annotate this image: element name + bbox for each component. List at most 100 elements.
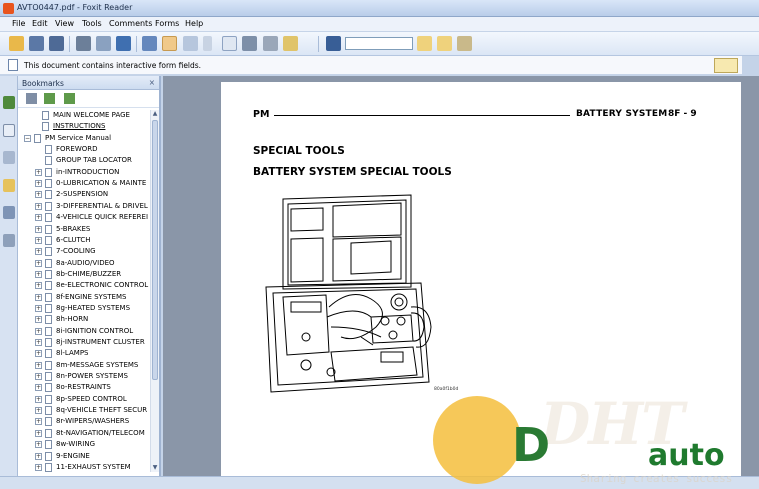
expand-icon[interactable]: + bbox=[35, 361, 42, 369]
open-icon[interactable] bbox=[9, 36, 24, 51]
attachments-tab-icon[interactable] bbox=[3, 206, 15, 219]
bookmark-item[interactable]: INSTRUCTIONS bbox=[32, 121, 150, 132]
bookmark-item[interactable]: +0-LUBRICATION & MAINTE bbox=[35, 178, 150, 189]
comments-tab-icon[interactable] bbox=[3, 179, 15, 192]
expand-icon[interactable]: + bbox=[35, 373, 42, 381]
expand-icon[interactable]: + bbox=[35, 429, 42, 437]
bookmark-item[interactable]: +5-BRAKES bbox=[35, 224, 150, 235]
collapse-icon[interactable]: − bbox=[24, 134, 31, 142]
bookmark-item[interactable]: +8g-HEATED SYSTEMS bbox=[35, 303, 150, 314]
bookmark-item[interactable]: − PM Service Manual bbox=[24, 133, 150, 144]
expand-icon[interactable]: + bbox=[35, 168, 42, 176]
bookmark-item[interactable]: MAIN WELCOME PAGE bbox=[32, 110, 150, 121]
bookmark-item[interactable]: +6-CLUTCH bbox=[35, 235, 150, 246]
expand-bookmark-icon[interactable] bbox=[44, 93, 55, 104]
menu-edit[interactable]: Edit bbox=[32, 19, 48, 28]
save-icon[interactable] bbox=[29, 36, 44, 51]
bookmark-item[interactable]: +8m-MESSAGE SYSTEMS bbox=[35, 360, 150, 371]
bookmark-item[interactable]: +3-DIFFERENTIAL & DRIVEL bbox=[35, 201, 150, 212]
bookmark-item[interactable]: +9-ENGINE bbox=[35, 451, 150, 462]
expand-icon[interactable]: + bbox=[35, 248, 42, 256]
bookmark-item[interactable]: +8r-WIPERS/WASHERS bbox=[35, 416, 150, 427]
expand-icon[interactable]: + bbox=[35, 304, 42, 312]
document-view[interactable]: PM BATTERY SYSTEM 8F - 9 SPECIAL TOOLS B… bbox=[163, 76, 759, 482]
highlight-fields-button[interactable] bbox=[714, 58, 738, 73]
expand-icon[interactable]: + bbox=[35, 350, 42, 358]
expand-icon[interactable]: + bbox=[35, 463, 42, 471]
bookmark-item[interactable]: +8b-CHIME/BUZZER bbox=[35, 269, 150, 280]
expand-icon[interactable]: + bbox=[35, 214, 42, 222]
expand-icon[interactable]: + bbox=[35, 418, 42, 426]
typewriter-icon[interactable] bbox=[283, 36, 298, 51]
expand-icon[interactable]: + bbox=[35, 259, 42, 267]
print-icon[interactable] bbox=[76, 36, 91, 51]
expand-icon[interactable]: + bbox=[35, 384, 42, 392]
bookmark-item[interactable]: +8p-SPEED CONTROL bbox=[35, 394, 150, 405]
bookmark-item[interactable]: +8e-ELECTRONIC CONTROL bbox=[35, 280, 150, 291]
stamp-icon[interactable] bbox=[263, 36, 278, 51]
menu-comments[interactable]: Comments bbox=[109, 19, 152, 28]
menu-forms[interactable]: Forms bbox=[155, 19, 179, 28]
expand-icon[interactable]: + bbox=[35, 441, 42, 449]
bookmark-item[interactable]: +8h-HORN bbox=[35, 314, 150, 325]
menu-help[interactable]: Help bbox=[185, 19, 203, 28]
save-as-icon[interactable] bbox=[49, 36, 64, 51]
bookmark-item[interactable]: +8i-IGNITION CONTROL bbox=[35, 326, 150, 337]
expand-icon[interactable]: + bbox=[35, 293, 42, 301]
bookmark-item[interactable]: +8l-LAMPS bbox=[35, 348, 150, 359]
close-icon[interactable]: × bbox=[149, 78, 155, 87]
expand-icon[interactable]: + bbox=[35, 270, 42, 278]
add-bookmark-icon[interactable] bbox=[64, 93, 75, 104]
expand-icon[interactable]: + bbox=[35, 316, 42, 324]
menu-tools[interactable]: Tools bbox=[82, 19, 102, 28]
expand-icon[interactable]: + bbox=[35, 327, 42, 335]
expand-icon[interactable]: + bbox=[35, 225, 42, 233]
snapshot-icon[interactable] bbox=[242, 36, 257, 51]
expand-icon[interactable]: + bbox=[35, 282, 42, 290]
bookmark-item[interactable]: GROUP TAB LOCATOR bbox=[35, 155, 150, 166]
expand-icon[interactable]: + bbox=[35, 407, 42, 415]
document-icon[interactable] bbox=[222, 36, 237, 51]
expand-icon[interactable]: + bbox=[35, 202, 42, 210]
bookmark-item[interactable]: +8w-WIRING bbox=[35, 439, 150, 450]
bookmarks-scrollbar[interactable]: ▲ ▼ bbox=[150, 110, 159, 472]
bookmark-item[interactable]: +8t-NAVIGATION/TELECOM bbox=[35, 428, 150, 439]
signatures-tab-icon[interactable] bbox=[3, 234, 15, 247]
bookmark-item[interactable]: + in-INTRODUCTION bbox=[35, 167, 150, 178]
bookmark-item[interactable]: +8q-VEHICLE THEFT SECUR bbox=[35, 405, 150, 416]
bookmark-item[interactable]: FOREWORD bbox=[35, 144, 150, 155]
bookmark-icon[interactable] bbox=[116, 36, 131, 51]
email-icon[interactable] bbox=[96, 36, 111, 51]
scrollbar-thumb[interactable] bbox=[152, 120, 158, 380]
expand-icon[interactable]: + bbox=[35, 339, 42, 346]
find-next-icon[interactable] bbox=[437, 36, 452, 51]
bookmarks-tab-icon[interactable] bbox=[3, 96, 15, 109]
menu-file[interactable]: File bbox=[12, 19, 25, 28]
find-icon[interactable] bbox=[326, 36, 341, 51]
bookmark-item[interactable]: +8a-AUDIO/VIDEO bbox=[35, 258, 150, 269]
hand-tool-icon[interactable] bbox=[162, 36, 177, 51]
find-input[interactable] bbox=[345, 37, 413, 50]
fullscreen-icon[interactable] bbox=[142, 36, 157, 51]
bookmark-item[interactable]: +8n-POWER SYSTEMS bbox=[35, 371, 150, 382]
menu-view[interactable]: View bbox=[55, 19, 74, 28]
tools-icon[interactable] bbox=[457, 36, 472, 51]
bookmark-item[interactable]: +11-EXHAUST SYSTEM bbox=[35, 462, 150, 472]
expand-icon[interactable]: + bbox=[35, 180, 42, 188]
bookmark-item[interactable]: +8o-RESTRAINTS bbox=[35, 382, 150, 393]
find-prev-icon[interactable] bbox=[417, 36, 432, 51]
bookmark-item[interactable]: +4-VEHICLE QUICK REFEREI bbox=[35, 212, 150, 223]
bookmark-item[interactable]: +8f-ENGINE SYSTEMS bbox=[35, 292, 150, 303]
expand-icon[interactable]: + bbox=[35, 395, 42, 403]
layers-tab-icon[interactable] bbox=[3, 151, 15, 164]
bookmark-item[interactable]: +7-COOLING bbox=[35, 246, 150, 257]
scroll-down-icon[interactable]: ▼ bbox=[151, 464, 159, 472]
bookmark-item[interactable]: +8j-INSTRUMENT CLUSTER bbox=[35, 337, 150, 348]
pages-tab-icon[interactable] bbox=[3, 124, 15, 137]
expand-icon[interactable]: + bbox=[35, 452, 42, 460]
cursor-icon[interactable] bbox=[203, 36, 212, 51]
scroll-up-icon[interactable]: ▲ bbox=[151, 110, 159, 118]
bookmark-item[interactable]: +2-SUSPENSION bbox=[35, 189, 150, 200]
expand-icon[interactable]: + bbox=[35, 191, 42, 199]
select-text-icon[interactable] bbox=[183, 36, 198, 51]
